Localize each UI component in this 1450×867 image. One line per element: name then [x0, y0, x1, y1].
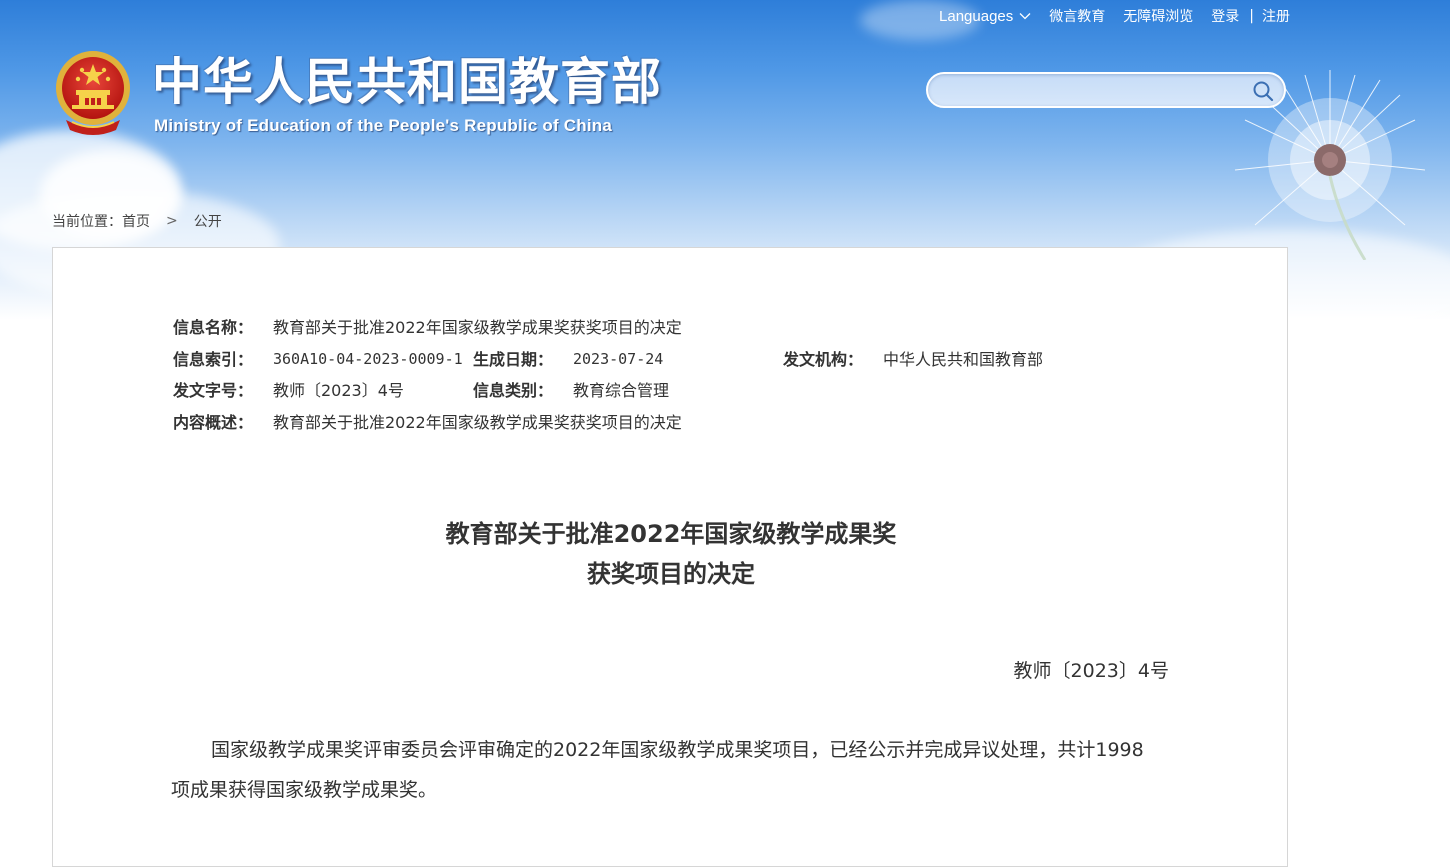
info-name-label: 信息名称： [173, 318, 254, 337]
meta-row: 信息名称： 教育部关于批准2022年国家级教学成果奖获奖项目的决定 [173, 312, 1173, 344]
breadcrumb-separator: > [166, 213, 178, 229]
chevron-down-icon [1019, 13, 1031, 20]
date-label: 生成日期： [473, 349, 554, 369]
index-value: 360A10-04-2023-0009-1 [273, 349, 463, 368]
category-label: 信息类别： [473, 381, 554, 400]
doc-number-value: 教师〔2023〕4号 [273, 381, 404, 400]
languages-label: Languages [939, 7, 1014, 25]
weiyan-education-link[interactable]: 微言教育 [1049, 6, 1105, 26]
document-title: 教育部关于批准2022年国家级教学成果奖 获奖项目的决定 [53, 514, 1289, 594]
languages-menu[interactable]: Languages [939, 8, 1031, 25]
meta-row: 信息索引： 360A10-04-2023-0009-1 生成日期： 2023-0… [173, 344, 1173, 376]
document-title-line: 获奖项目的决定 [587, 560, 755, 588]
search-box [926, 72, 1286, 108]
meta-row: 内容概述： 教育部关于批准2022年国家级教学成果奖获奖项目的决定 [173, 407, 1173, 439]
search-icon[interactable] [1252, 80, 1274, 102]
summary-value: 教育部关于批准2022年国家级教学成果奖获奖项目的决定 [273, 412, 682, 432]
content-card: 信息名称： 教育部关于批准2022年国家级教学成果奖获奖项目的决定 信息索引： … [52, 247, 1288, 867]
national-emblem-icon [56, 51, 130, 135]
nav-separator: | [1249, 8, 1254, 24]
date-value: 2023-07-24 [573, 349, 664, 368]
document-paragraph: 国家级教学成果奖评审委员会评审确定的2022年国家级教学成果奖项目，已经公示并完… [171, 739, 1144, 801]
doc-number-label: 发文字号： [173, 381, 254, 400]
issuer-value: 中华人民共和国教育部 [883, 349, 1044, 369]
breadcrumb-current[interactable]: 公开 [194, 211, 222, 231]
document-metadata: 信息名称： 教育部关于批准2022年国家级教学成果奖获奖项目的决定 信息索引： … [173, 312, 1173, 438]
summary-label: 内容概述： [173, 412, 254, 432]
breadcrumb-home-link[interactable]: 首页 [122, 211, 150, 231]
document-number: 教师〔2023〕4号 [1013, 660, 1169, 682]
meta-row: 发文字号： 教师〔2023〕4号 信息类别： 教育综合管理 [173, 375, 1173, 407]
breadcrumb: 当前位置： 首页 > 公开 [52, 211, 222, 231]
index-label: 信息索引： [173, 349, 254, 369]
category-value: 教育综合管理 [573, 381, 670, 400]
top-navigation: Languages 微言教育 无障碍浏览 登录 | 注册 [921, 6, 1290, 26]
search-input[interactable] [942, 78, 1246, 104]
document-title-line: 教育部关于批准2022年国家级教学成果奖 [445, 520, 897, 548]
issuer-label: 发文机构： [783, 349, 864, 369]
breadcrumb-prefix: 当前位置： [52, 214, 122, 230]
login-link[interactable]: 登录 [1211, 6, 1239, 26]
info-name-value: 教育部关于批准2022年国家级教学成果奖获奖项目的决定 [273, 318, 682, 337]
site-title: 中华人民共和国教育部 [152, 53, 662, 111]
register-link[interactable]: 注册 [1262, 6, 1290, 26]
accessibility-link[interactable]: 无障碍浏览 [1123, 6, 1193, 26]
site-subtitle: Ministry of Education of the People's Re… [154, 116, 613, 135]
